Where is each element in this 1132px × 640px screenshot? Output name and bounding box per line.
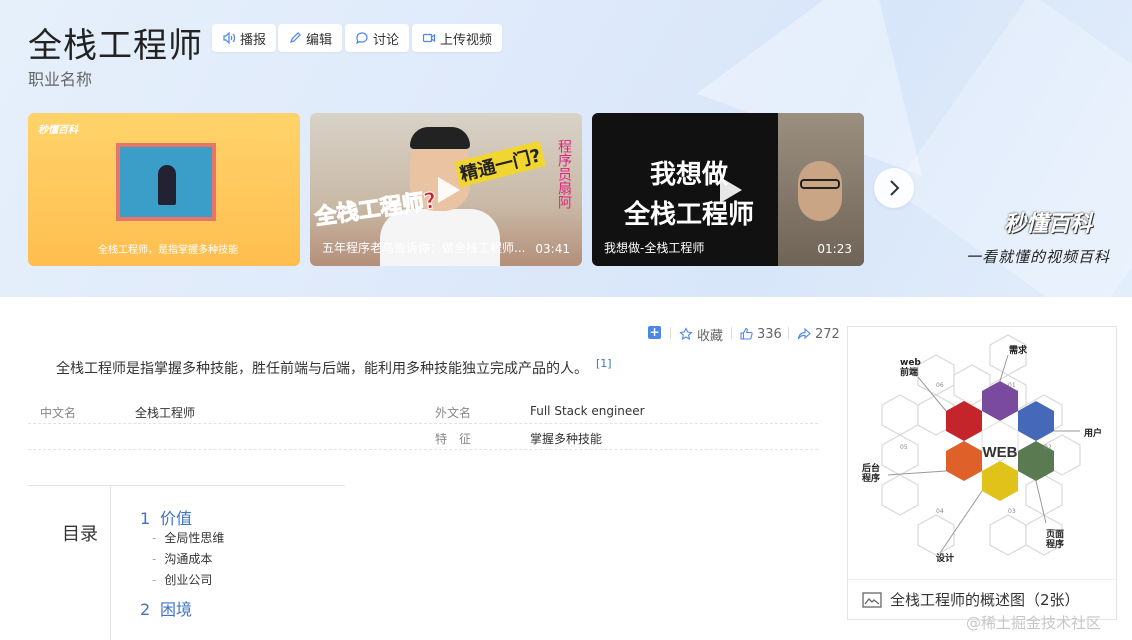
web-hexagon-diagram: WEB 需求 web 前端 用户 后台 程序 页面 程序 设计 01 02 03… <box>862 334 1102 564</box>
diagram-num: 03 <box>1008 508 1016 515</box>
play-icon <box>438 176 460 203</box>
lemma-header: 全栈工程师 职业名称 播报 编辑 讨论 上传视频 秒懂百科 全栈工程师，是指掌握… <box>0 0 1132 297</box>
toc-title: 目录 <box>62 524 98 545</box>
brand-slogan: 一看就懂的视频百科 <box>966 248 1111 266</box>
hex-orange <box>946 441 982 481</box>
share-button[interactable]: 272 <box>797 325 840 343</box>
video-duration: 03:41 <box>535 242 570 256</box>
reference-link[interactable]: [1] <box>596 357 612 370</box>
pencil-icon <box>290 32 301 43</box>
discuss-button[interactable]: 讨论 <box>345 24 410 52</box>
video-logo: 秒懂百科 <box>38 125 78 136</box>
diagram-center-label: WEB <box>983 444 1018 461</box>
info-key: 外文名 <box>435 406 472 420</box>
page-subtitle: 职业名称 <box>28 70 93 89</box>
like-count: 336 <box>757 326 782 342</box>
lemma-summary: 全栈工程师是指掌握多种技能，胜任前端与后端，能利用多种技能独立完成产品的人。 [1… <box>56 357 612 378</box>
basic-info-table: 中文名 全栈工程师 外文名 Full Stack engineer 特 征 掌握… <box>28 398 818 450</box>
play-icon <box>720 176 742 203</box>
album-caption: 全栈工程师的概述图（2张） <box>890 591 1080 609</box>
chevron-right-icon <box>890 180 900 196</box>
diagram-label-page: 页面 <box>1046 529 1064 540</box>
diagram-num: 01 <box>1008 382 1016 389</box>
info-row: 特 征 掌握多种技能 <box>28 424 818 450</box>
diagram-num: 06 <box>936 382 944 389</box>
share-count: 272 <box>815 326 840 342</box>
upload-video-label: 上传视频 <box>440 32 493 48</box>
video-thumbnail-illustration <box>116 143 216 221</box>
toc-subsection[interactable]: - 沟通成本 <box>152 550 212 567</box>
thumbs-up-icon <box>740 327 753 340</box>
video-caption: 全栈工程师，是指掌握多种技能 <box>98 245 238 256</box>
collect-label: 收藏 <box>697 328 724 344</box>
diagram-label-design: 设计 <box>936 552 954 564</box>
svg-text:程序: 程序 <box>862 472 880 484</box>
video-duration: 01:23 <box>817 242 852 256</box>
svg-text:前端: 前端 <box>900 366 918 378</box>
video-card-2[interactable]: 全栈工程师? 精通一门? 程序员扇阿 五年程序老鸟告诉你：做全栈工程师... 0… <box>310 113 582 266</box>
watermark: @稀土掘金技术社区 <box>966 614 1102 632</box>
diagram-label-backend: 后台 <box>862 462 880 474</box>
like-button[interactable]: 336 <box>739 325 782 343</box>
toc-subsection[interactable]: - 创业公司 <box>152 571 212 588</box>
comment-icon <box>355 32 368 45</box>
edit-label: 编辑 <box>306 32 333 48</box>
info-row: 中文名 全栈工程师 外文名 Full Stack engineer <box>28 398 818 424</box>
info-value: 掌握多种技能 <box>530 432 603 446</box>
brand-logo: 秒懂百科 <box>1004 212 1093 237</box>
diagram-label-user: 用户 <box>1083 427 1102 439</box>
discuss-label: 讨论 <box>373 32 400 48</box>
info-value: 全栈工程师 <box>135 406 196 420</box>
add-icon[interactable]: + <box>648 326 661 339</box>
video-card-3[interactable]: 我想做 全栈工程师 我想做-全栈工程师 01:23 <box>592 113 864 266</box>
diagram-num: 02 <box>1044 444 1052 451</box>
diagram-label-req: 需求 <box>1009 344 1028 356</box>
next-videos-button[interactable] <box>874 168 914 208</box>
diagram-num: 05 <box>900 444 908 451</box>
broadcast-button[interactable]: 播报 <box>212 24 277 52</box>
diagram-label-web: web <box>900 358 921 368</box>
image-gallery-icon <box>862 591 882 608</box>
svg-text:程序: 程序 <box>1046 538 1064 550</box>
edit-button[interactable]: 编辑 <box>278 24 343 52</box>
info-value: Full Stack engineer <box>530 404 645 418</box>
toc-section-1[interactable]: 1 价值 <box>140 505 192 529</box>
summary-text: 全栈工程师是指掌握多种技能，胜任前端与后端，能利用多种技能独立完成产品的人。 <box>56 361 588 377</box>
collect-button[interactable]: 收藏 <box>679 325 724 344</box>
video-overlay-text: 程序员扇阿 <box>556 139 572 209</box>
toc-section-2[interactable]: 2 困境 <box>140 596 192 620</box>
video-card-1[interactable]: 秒懂百科 全栈工程师，是指掌握多种技能 <box>28 113 300 266</box>
video-camera-icon <box>422 33 436 43</box>
info-key: 特 征 <box>435 432 472 446</box>
share-icon <box>797 327 811 340</box>
video-caption: 我想做-全栈工程师 <box>604 241 705 255</box>
speaker-icon <box>223 31 236 45</box>
toc-subsection[interactable]: - 全局性思维 <box>152 529 224 546</box>
upload-video-button[interactable]: 上传视频 <box>412 24 503 52</box>
diagram-num: 04 <box>936 508 944 515</box>
album-card[interactable]: WEB 需求 web 前端 用户 后台 程序 页面 程序 设计 01 02 03… <box>847 326 1117 620</box>
star-icon <box>679 327 693 340</box>
hex-yellow <box>982 461 1018 501</box>
page-title: 全栈工程师 <box>28 26 203 66</box>
broadcast-label: 播报 <box>240 32 267 48</box>
info-key: 中文名 <box>40 406 77 420</box>
video-caption: 五年程序老鸟告诉你：做全栈工程师... <box>322 241 526 255</box>
